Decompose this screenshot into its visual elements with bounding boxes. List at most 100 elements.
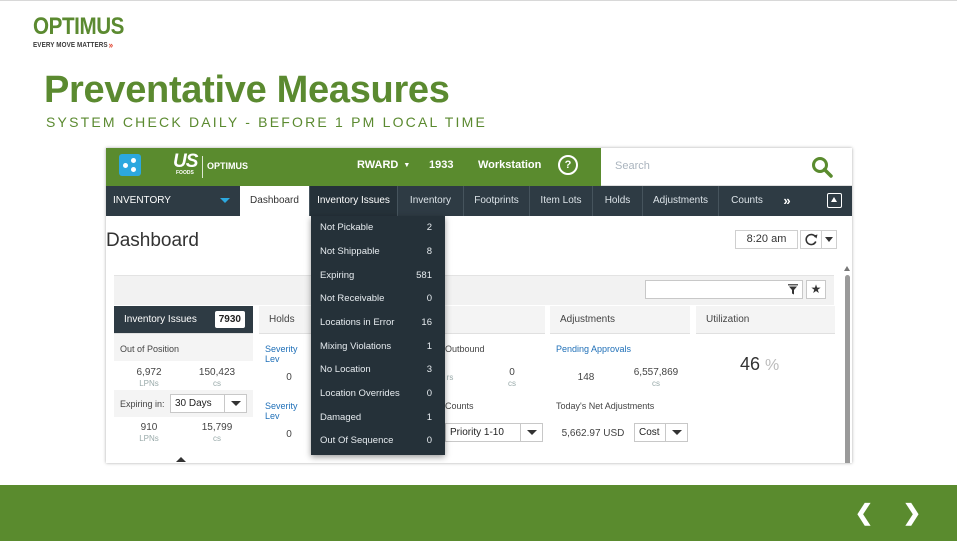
menu-item-out-of-sequence[interactable]: Out Of Sequence 0 [311,429,445,452]
search-icon[interactable] [811,156,833,178]
pending-approvals-link[interactable]: Pending Approvals [550,344,631,354]
card-title-text: Inventory Issues [124,314,197,325]
caret-down-icon [520,423,542,442]
tab-inventory-issues[interactable]: Inventory Issues [309,186,397,216]
menu-item-no-location[interactable]: No Location 3 [311,358,445,381]
menu-item-not-receivable[interactable]: Not Receivable 0 [311,287,445,310]
expiring-label: Expiring in: [120,399,165,409]
app-screenshot: US FOODS OPTIMUS RWARD ▼ 1933 Workstatio… [106,148,852,463]
pending-approvals-count[interactable]: 148 [568,372,604,383]
search-input[interactable] [615,158,785,174]
count-badge: 7930 [214,311,245,328]
filter-bar: ★ [114,275,834,305]
slide-subtitle: SYSTEM CHECK DAILY - BEFORE 1 PM LOCAL T… [46,114,488,130]
caret-down-icon [224,394,246,413]
menu-item-not-pickable[interactable]: Not Pickable 2 [311,216,445,239]
user-name: RWARD [357,159,399,171]
utilization-value[interactable]: 46 % [740,354,779,375]
product-name: OPTIMUS [207,161,249,171]
warehouse-number[interactable]: 1933 [429,159,453,171]
search-bar [601,148,852,186]
tab-item-lots[interactable]: Item Lots [529,186,592,216]
priority-select[interactable]: Priority 1-10 [445,423,543,442]
expiring-cases[interactable]: 15,799 cs [194,422,240,444]
expiring-lpns[interactable]: 910 LPNs [126,422,172,444]
card-title[interactable]: Adjustments [550,306,690,334]
card-title[interactable]: Utilization [696,306,835,334]
logo-divider [202,156,203,178]
card-title[interactable] [445,306,545,334]
counts-label: Counts [445,401,474,411]
scroll-thumb[interactable] [845,275,850,463]
net-adjustments-value[interactable]: 5,662.97 USD [558,428,628,439]
scrollbar[interactable] [843,266,852,463]
card-holds: Holds Severity Lev 0 Severity Lev 0 [259,306,311,446]
collapse-icon[interactable] [827,193,842,208]
out-of-position-lpns[interactable]: 6,972 LPNs [126,367,172,389]
main-nav: INVENTORY Dashboard Inventory Issues Inv… [106,186,852,216]
workstation-label[interactable]: Workstation [478,159,541,171]
expiring-select[interactable]: 30 Days [170,394,247,413]
outbound-label: Outbound [445,344,485,354]
module-selector[interactable]: INVENTORY [106,186,240,216]
tab-holds[interactable]: Holds [592,186,642,216]
tab-adjustments[interactable]: Adjustments [642,186,718,216]
refresh-icon [805,233,818,246]
previous-slide-icon[interactable]: ❮ [850,499,878,527]
out-of-position-label: Out of Position [120,344,180,354]
chevrons-icon: » [108,40,114,50]
tab-inventory[interactable]: Inventory [397,186,463,216]
selected-card-pointer [176,457,186,462]
holds-value[interactable]: 0 [279,429,299,440]
menu-item-expiring[interactable]: Expiring 581 [311,264,445,287]
us-foods-logo: US [173,151,198,172]
menu-item-damaged[interactable]: Damaged 1 [311,406,445,429]
more-tabs-icon[interactable]: » [775,186,799,216]
star-icon[interactable]: ★ [806,280,826,299]
next-slide-icon[interactable]: ❯ [898,499,926,527]
pending-approvals-cases[interactable]: 6,557,869 cs [626,367,686,389]
card-title[interactable]: Inventory Issues 7930 [114,306,253,334]
inventory-issues-dropdown: Not Pickable 2 Not Shippable 8 Expiring 581… [311,216,445,455]
filter-input[interactable] [645,280,803,299]
brand-name: OPTIMUS [33,13,125,40]
menu-item-location-overrides[interactable]: Location Overrides 0 [311,382,445,405]
menu-item-not-shippable[interactable]: Not Shippable 8 [311,240,445,263]
severity-level-link[interactable]: Severity Lev [259,344,311,364]
caret-down-icon [665,423,687,442]
card-utilization: Utilization 46 % [696,306,835,446]
refresh-time: 8:20 am [735,230,798,249]
severity-level-link[interactable]: Severity Lev [259,401,311,421]
outbound-value[interactable]: 0 cs [497,367,527,389]
cost-select[interactable]: Cost [634,423,688,442]
slide-footer: ❮ ❯ [0,485,957,541]
tab-footprints[interactable]: Footprints [463,186,529,216]
caret-down-icon: ▼ [403,161,411,169]
outbound-unit: rs [446,373,454,382]
holds-value[interactable]: 0 [279,372,299,383]
net-adjustments-label: Today's Net Adjustments [556,401,655,411]
app-menu-icon[interactable] [119,154,141,176]
user-menu[interactable]: RWARD ▼ [357,159,410,171]
refresh-button[interactable] [800,230,822,249]
slide: OPTIMUS EVERY MOVE MATTERS » Preventativ… [0,0,957,541]
card-title[interactable]: Holds [259,306,311,334]
scroll-up-icon[interactable] [844,266,850,271]
tab-dashboard[interactable]: Dashboard [240,186,309,216]
tab-counts[interactable]: Counts [718,186,775,216]
page-title: Dashboard [106,230,199,251]
slide-title: Preventative Measures [44,69,450,111]
us-foods-logo-sub: FOODS [176,170,194,176]
filter-icon[interactable] [788,284,798,295]
caret-down-icon [220,198,230,203]
card-adjustments: Adjustments Pending Approvals 148 6,557,… [550,306,690,446]
menu-item-locations-in-error[interactable]: Locations in Error 16 [311,311,445,334]
menu-item-mixing-violations[interactable]: Mixing Violations 1 [311,335,445,358]
optimus-logo: OPTIMUS EVERY MOVE MATTERS » [33,13,139,51]
out-of-position-cases[interactable]: 150,423 cs [194,367,240,389]
refresh-options-button[interactable] [822,230,837,249]
app-header: US FOODS OPTIMUS RWARD ▼ 1933 Workstatio… [106,148,852,186]
brand-tagline: EVERY MOVE MATTERS » [33,40,128,50]
brand-tagline-text: EVERY MOVE MATTERS [33,41,108,49]
help-icon[interactable]: ? [558,155,578,175]
